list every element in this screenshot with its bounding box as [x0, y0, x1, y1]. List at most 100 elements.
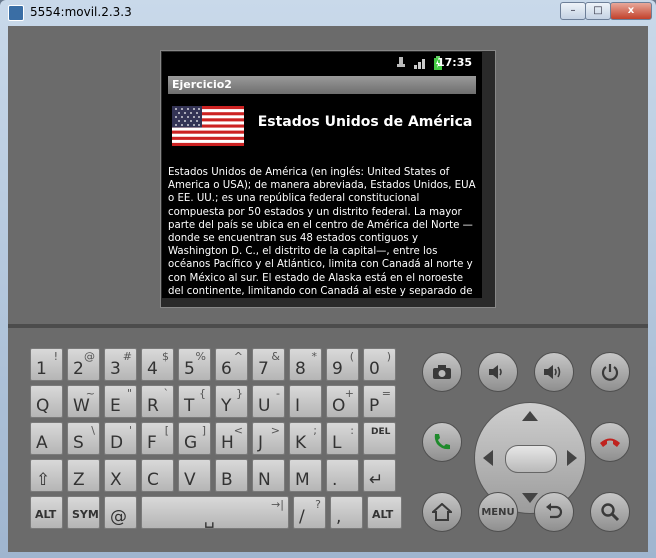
key-alt-label: ?: [315, 498, 321, 511]
key-row1-0[interactable]: 1!: [30, 348, 63, 381]
dpad-right-icon[interactable]: [567, 450, 577, 466]
key-row2-6[interactable]: U-: [252, 385, 285, 418]
key-label: D: [110, 433, 124, 453]
key-row2-7[interactable]: I: [289, 385, 322, 418]
key-alt-label: \: [91, 424, 95, 437]
key-alt-label: ": [126, 387, 132, 400]
key-label: L: [332, 433, 342, 453]
key-label: 5: [184, 359, 195, 379]
key-row4-4[interactable]: V: [178, 459, 211, 492]
emulator-window: 5554:movil.2.3.3 – □ x 17:35 Ejercicio2: [0, 0, 656, 558]
maximize-button[interactable]: □: [585, 2, 611, 20]
key-label: 7: [258, 359, 269, 379]
key-row1-3[interactable]: 4 $: [141, 348, 174, 381]
screen-divider: [8, 324, 648, 328]
key-label: F: [147, 433, 157, 453]
key-label: N: [258, 470, 271, 490]
key-label: S: [73, 433, 84, 453]
key-label: M: [295, 470, 310, 490]
phone-screen[interactable]: 17:35 Ejercicio2 Estados Unidos de Améri…: [162, 52, 482, 298]
key-row1-4[interactable]: 5%: [178, 348, 211, 381]
key-row1-2[interactable]: 3 #: [104, 348, 137, 381]
key-row4-2[interactable]: X: [104, 459, 137, 492]
key-row3-0[interactable]: A: [30, 422, 63, 455]
key-row3-2[interactable]: D ': [104, 422, 137, 455]
key-row4-0[interactable]: ⇧: [30, 459, 63, 492]
key-alt-label: ]: [201, 424, 206, 437]
key-row4-3[interactable]: C: [141, 459, 174, 492]
key-row4-7[interactable]: M: [289, 459, 322, 492]
key-label: R: [147, 396, 159, 416]
key-row5-5[interactable]: ,: [330, 496, 363, 529]
key-row1-8[interactable]: 9(: [326, 348, 359, 381]
key-row3-4[interactable]: G]: [178, 422, 211, 455]
key-row5-6[interactable]: ALT: [367, 496, 402, 529]
key-row5-2[interactable]: @: [104, 496, 137, 529]
close-button[interactable]: x: [610, 2, 652, 20]
phone-call-icon: [434, 434, 450, 450]
key-row2-1[interactable]: W ~: [67, 385, 100, 418]
call-button[interactable]: [422, 422, 462, 462]
key-row2-8[interactable]: O +: [326, 385, 359, 418]
search-button[interactable]: [590, 492, 630, 532]
key-row5-4[interactable]: /?: [293, 496, 326, 529]
key-alt-label: =: [381, 387, 391, 400]
key-row1-7[interactable]: 8 *: [289, 348, 322, 381]
back-button[interactable]: [534, 492, 574, 532]
key-label: ALT: [35, 508, 57, 521]
key-row1-9[interactable]: 0): [363, 348, 396, 381]
key-label: K: [295, 433, 307, 453]
key-row2-0[interactable]: Q: [30, 385, 63, 418]
key-row3-9[interactable]: DEL: [363, 422, 396, 455]
key-row1-1[interactable]: 2 @: [67, 348, 100, 381]
key-row5-0[interactable]: ALT: [30, 496, 63, 529]
key-row3-5[interactable]: H <: [215, 422, 248, 455]
volume-down-button[interactable]: [478, 352, 518, 392]
power-button[interactable]: [590, 352, 630, 392]
key-alt-label: ~: [85, 387, 95, 400]
key-row4-1[interactable]: Z: [67, 459, 100, 492]
volume-up-icon: [544, 365, 561, 379]
key-row1-6[interactable]: 7 &: [252, 348, 285, 381]
key-label: B: [221, 470, 233, 490]
key-row3-3[interactable]: F[: [141, 422, 174, 455]
key-label: 9: [332, 359, 343, 379]
key-label: Q: [36, 396, 50, 416]
key-row2-9[interactable]: P =: [363, 385, 396, 418]
key-alt-label: $: [162, 350, 169, 363]
key-row2-2[interactable]: E ": [104, 385, 137, 418]
dpad-up-icon[interactable]: [522, 411, 538, 421]
key-label: A: [36, 433, 48, 453]
key-row4-8[interactable]: .: [326, 459, 359, 492]
key-label: P: [369, 396, 380, 416]
window-titlebar[interactable]: 5554:movil.2.3.3 – □ x: [0, 0, 656, 24]
minimize-button[interactable]: –: [560, 2, 586, 20]
key-row3-7[interactable]: K;: [289, 422, 322, 455]
key-alt-label: *: [311, 350, 318, 363]
dpad-center-button[interactable]: [505, 445, 557, 473]
key-row4-5[interactable]: B: [215, 459, 248, 492]
key-row3-8[interactable]: L:: [326, 422, 359, 455]
volume-up-button[interactable]: [534, 352, 574, 392]
end-call-button[interactable]: [590, 422, 630, 462]
key-row4-6[interactable]: N: [252, 459, 285, 492]
key-label: C: [147, 470, 159, 490]
key-row5-1[interactable]: SYM: [67, 496, 100, 529]
key-row5-3[interactable]: ␣ →|: [141, 496, 289, 529]
key-label: H: [221, 433, 234, 453]
camera-button[interactable]: [422, 352, 462, 392]
menu-button[interactable]: MENU: [478, 492, 518, 532]
key-row2-4[interactable]: T{: [178, 385, 211, 418]
key-alt-label: }: [236, 387, 243, 400]
key-row4-9[interactable]: ↵: [363, 459, 396, 492]
key-label: V: [184, 470, 196, 490]
key-alt-label: [: [164, 424, 169, 437]
home-button[interactable]: [422, 492, 462, 532]
key-row3-1[interactable]: S \: [67, 422, 100, 455]
key-alt-label: ): [386, 350, 391, 363]
key-row1-5[interactable]: 6 ^: [215, 348, 248, 381]
key-row3-6[interactable]: J >: [252, 422, 285, 455]
key-row2-5[interactable]: Y}: [215, 385, 248, 418]
dpad-left-icon[interactable]: [483, 450, 493, 466]
key-row2-3[interactable]: R `: [141, 385, 174, 418]
